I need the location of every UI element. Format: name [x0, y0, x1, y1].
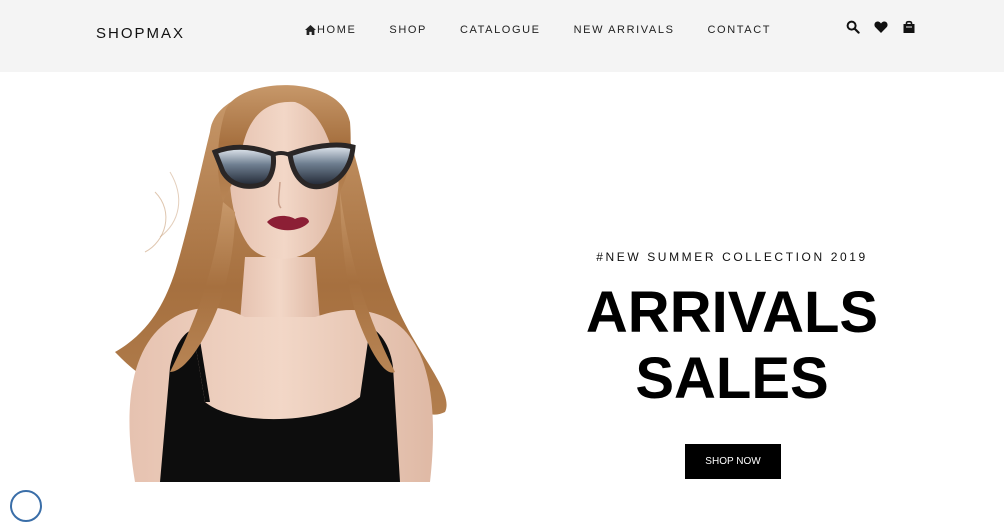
header-icons: [846, 20, 930, 34]
nav-item-catalogue[interactable]: CATALOGUE: [460, 24, 541, 36]
nav-item-contact[interactable]: CONTACT: [708, 24, 772, 36]
nav-label-home: HOME: [317, 24, 357, 36]
hero-title-line-2: SALES: [635, 346, 829, 411]
shopping-bag-icon[interactable]: [902, 20, 916, 34]
nav-item-home[interactable]: HOME: [305, 24, 356, 36]
corner-badge-icon[interactable]: [10, 490, 42, 522]
hero-title-line-1: ARRIVALS: [585, 280, 879, 345]
hero-model-image: [115, 85, 447, 482]
home-icon: [305, 25, 316, 35]
search-icon[interactable]: [846, 20, 860, 34]
site-header: SHOPMAX HOME SHOP CATALOGUE NEW ARRIVALS…: [0, 0, 1004, 72]
hero-banner: #NEW SUMMER COLLECTION 2019 ARRIVALS SAL…: [0, 72, 1004, 497]
hero-title: ARRIVALS SALES: [560, 280, 904, 412]
main-nav: HOME SHOP CATALOGUE NEW ARRIVALS CONTACT: [305, 24, 804, 36]
logo[interactable]: SHOPMAX: [96, 25, 185, 42]
hero-subtitle: #NEW SUMMER COLLECTION 2019: [596, 250, 868, 264]
shop-now-button[interactable]: SHOP NOW: [685, 444, 781, 479]
heart-icon[interactable]: [874, 20, 888, 34]
nav-item-shop[interactable]: SHOP: [389, 24, 427, 36]
nav-item-new-arrivals[interactable]: NEW ARRIVALS: [574, 24, 675, 36]
